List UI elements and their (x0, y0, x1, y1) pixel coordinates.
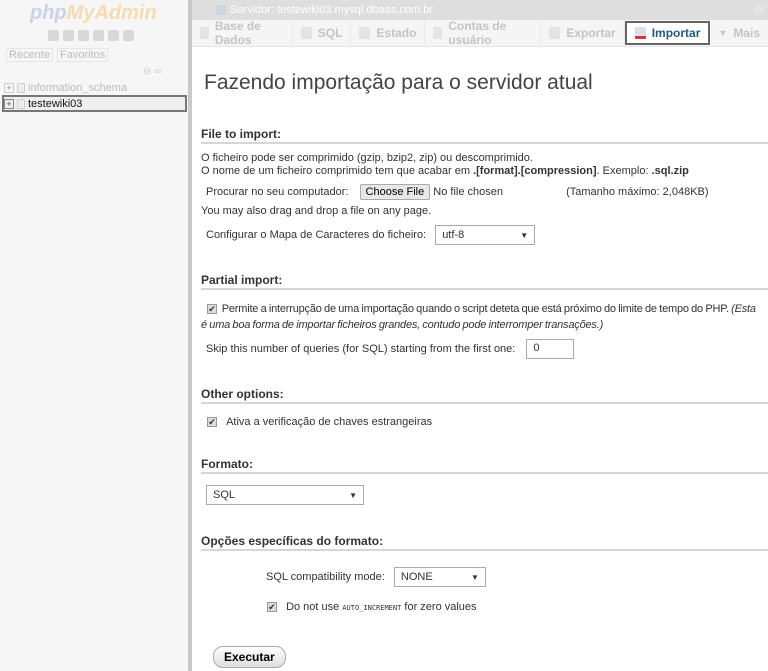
settings-icon[interactable] (108, 30, 119, 41)
main-tabs: Base de Dados SQL Estado Contas de usuár… (192, 19, 768, 47)
charset-select[interactable]: utf-8 ▼ (435, 225, 536, 245)
import-icon (634, 27, 646, 39)
db-tree-item[interactable]: + testewiki03 (2, 95, 187, 112)
expand-icon[interactable]: + (4, 98, 14, 109)
quick-icons (48, 30, 134, 41)
server-breadcrumb: Servidor: testewiki03.mysql.dbaas.com.br… (192, 0, 768, 20)
file-section: File to import: (201, 127, 768, 144)
collapse-all-icon[interactable]: ⊖ ∞ (143, 66, 161, 77)
file-status: No file chosen (433, 186, 504, 198)
format-options-section: Opções específicas do formato: (201, 534, 768, 551)
skip-queries-row: Skip this number of queries (for SQL) st… (206, 339, 575, 359)
tab-databases[interactable]: Base de Dados (192, 19, 293, 47)
other-options-section: Other options: (201, 387, 768, 404)
tab-export[interactable]: Exportar (541, 20, 625, 46)
server-icon (216, 5, 226, 15)
allow-interrupt-checkbox[interactable]: ✔ (207, 304, 217, 315)
compression-example: O nome de um ficheiro comprimido tem que… (201, 165, 689, 177)
format-select[interactable]: SQL ▼ (206, 485, 364, 505)
logout-icon[interactable] (63, 30, 74, 41)
status-icon (359, 27, 371, 39)
chevron-down-icon: ▼ (520, 230, 529, 240)
favorites-tab[interactable]: Favoritos (56, 48, 109, 62)
help-icon[interactable] (78, 30, 89, 41)
foreign-keys-row: ✔ Ativa a verificação de chaves estrange… (207, 416, 433, 428)
choose-file-button[interactable]: Choose File (359, 184, 431, 200)
database-icon (17, 83, 25, 93)
allow-interrupt-row: ✔ Permite a interrupção de uma importaçã… (201, 303, 756, 331)
drag-hint: You may also drag and drop a file on any… (201, 205, 432, 217)
users-icon (433, 27, 443, 39)
tab-user-accounts[interactable]: Contas de usuário (425, 19, 542, 47)
reload-icon[interactable] (123, 30, 134, 41)
foreign-keys-checkbox[interactable]: ✔ (207, 417, 217, 428)
database-icon (200, 27, 209, 39)
compression-note: O ficheiro pode ser comprimido (gzip, bz… (201, 152, 533, 164)
compat-mode-select[interactable]: NONE ▼ (393, 567, 486, 587)
tab-status[interactable]: Estado (351, 20, 426, 46)
allow-interrupt-note: é uma boa forma de importar ficheiros gr… (201, 319, 604, 331)
format-section: Formato: (201, 457, 768, 474)
panel-resizer[interactable] (188, 0, 192, 671)
database-icon (17, 98, 25, 109)
tab-sql[interactable]: SQL (293, 20, 352, 46)
tab-import[interactable]: Importar (624, 21, 711, 45)
home-icon[interactable] (48, 30, 59, 41)
format-row: SQL ▼ (206, 485, 364, 505)
gear-icon[interactable]: ⚙ (753, 3, 764, 17)
page-title: Fazendo importação para o servidor atual (204, 71, 593, 94)
skip-queries-input[interactable]: 0 (526, 339, 575, 359)
tab-more[interactable]: ▼ Mais (710, 20, 768, 46)
auto-increment-checkbox[interactable]: ✔ (267, 602, 277, 613)
export-icon (549, 27, 561, 39)
max-size: (Tamanho máximo: 2,048KB) (566, 186, 709, 198)
chevron-down-icon: ▼ (718, 28, 728, 38)
expand-icon[interactable]: + (4, 83, 14, 93)
db-tree-item[interactable]: + information_schema (4, 80, 186, 96)
sql-icon (300, 27, 312, 39)
server-link[interactable]: Servidor: testewiki03.mysql.dbaas.com.br (230, 4, 433, 16)
docs-icon[interactable] (93, 30, 104, 41)
execute-button[interactable]: Executar (213, 646, 286, 668)
recent-tab[interactable]: Recente (6, 48, 53, 62)
auto-increment-row: ✔ Do not use AUTO_INCREMENT for zero val… (267, 601, 477, 613)
phpmyadmin-logo[interactable]: phpMyAdmin (30, 2, 157, 25)
file-browse-row: Procurar no seu computador: Choose File … (206, 184, 709, 200)
compat-row: SQL compatibility mode: NONE ▼ (266, 567, 486, 587)
import-form: Fazendo importação para o servidor atual… (200, 47, 768, 668)
charset-row: Configurar o Mapa de Caracteres do fiche… (206, 225, 536, 245)
partial-import-section: Partial import: (201, 273, 768, 290)
chevron-down-icon: ▼ (470, 572, 479, 582)
navigation-panel: phpMyAdmin Recente Favoritos ⊖ ∞ + inform… (0, 0, 188, 671)
allow-interrupt-note-start: (Esta (731, 303, 756, 315)
chevron-down-icon: ▼ (349, 490, 357, 500)
